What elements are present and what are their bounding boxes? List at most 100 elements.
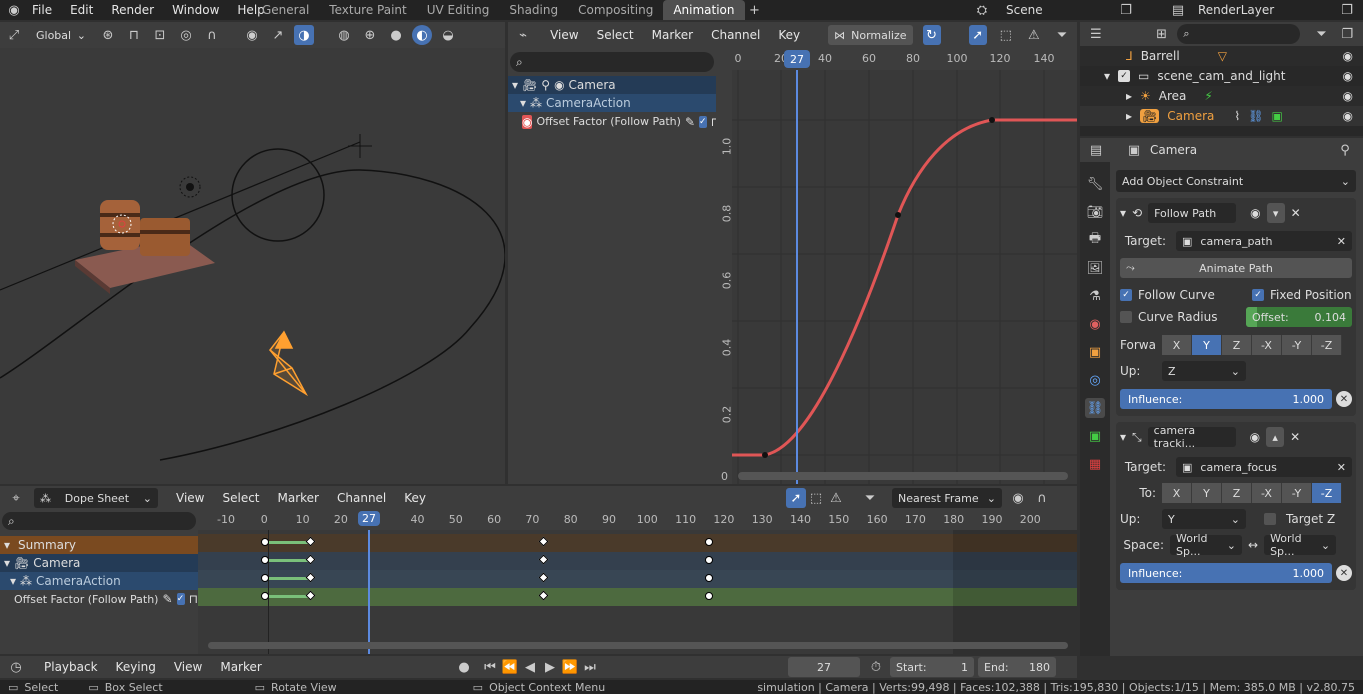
stopwatch-icon[interactable]: ⏱ xyxy=(866,657,886,677)
gizmo-icon[interactable]: ↗ xyxy=(268,25,288,45)
ds-menu-select[interactable]: Select xyxy=(222,491,259,505)
clear-icon[interactable]: ✕ xyxy=(1337,461,1346,474)
ds-keyframe[interactable] xyxy=(261,538,269,546)
tab-animation[interactable]: Animation xyxy=(663,0,745,20)
camera-object[interactable] xyxy=(268,330,309,397)
copy-layer-icon[interactable]: ❐ xyxy=(1337,0,1357,20)
proportional-icon[interactable]: ◉ xyxy=(1008,488,1028,508)
track-name[interactable]: camera tracki... xyxy=(1147,424,1236,450)
outliner-item-camera[interactable]: ▸ 🎥︎ Camera ⌇ ⛓ ▣ ◉ xyxy=(1080,106,1363,126)
menu-file[interactable]: File xyxy=(32,3,52,17)
target-space-dropdown[interactable]: World Sp... ⌄ xyxy=(1264,532,1337,558)
fcurve-offset[interactable] xyxy=(716,118,1077,457)
editor-type-icon[interactable]: ◷ xyxy=(6,657,26,677)
disable-keep-transform-icon[interactable]: ✕ xyxy=(1336,391,1352,407)
renderlayer-selector[interactable]: ▤ RenderLayer ❐ xyxy=(1168,0,1363,20)
dopesheet-search[interactable]: ⌕ xyxy=(2,512,196,530)
new-collection-icon[interactable]: ❐ xyxy=(1337,24,1357,44)
current-frame-indicator[interactable]: 27 xyxy=(784,50,810,68)
tl-menu-keying[interactable]: Keying xyxy=(116,660,156,674)
visibility-eye-icon[interactable]: ◉ xyxy=(1250,206,1260,220)
add-constraint-dropdown[interactable]: Add Object Constraint ⌄ xyxy=(1116,170,1356,192)
graph-menu-marker[interactable]: Marker xyxy=(652,28,693,42)
auto-normalize-icon[interactable]: ↻ xyxy=(922,25,941,45)
curve-radius-checkbox[interactable] xyxy=(1120,311,1132,323)
output-tab-icon[interactable]: 🖶︎ xyxy=(1085,230,1105,250)
expand-arrow-icon[interactable]: ▸ xyxy=(1126,109,1132,123)
outliner-item-area[interactable]: ▸ ☀ Area ⚡ ◉ xyxy=(1080,86,1363,106)
track-up-dropdown[interactable]: Y ⌄ xyxy=(1162,509,1246,529)
pin-icon[interactable]: ⚲ xyxy=(541,78,550,92)
orientation-dropdown[interactable]: Global ⌄ xyxy=(30,25,92,45)
move-down-button[interactable]: ▾ xyxy=(1266,203,1285,223)
warning-icon[interactable]: ⚠ xyxy=(826,488,846,508)
proportional-icon[interactable]: ◎ xyxy=(176,25,196,45)
properties-editor-icon[interactable]: ▤ xyxy=(1086,140,1106,160)
tool-tab-icon[interactable]: 🔧︎ xyxy=(1085,174,1105,194)
ds-hscroll[interactable] xyxy=(208,642,1068,649)
snap-icon[interactable]: ⊓ xyxy=(124,25,144,45)
forward-z[interactable]: Z xyxy=(1222,335,1252,355)
box-select-icon[interactable]: ⬚ xyxy=(806,488,826,508)
falloff-icon[interactable]: ∩ xyxy=(1032,488,1052,508)
expand-arrow-icon[interactable]: ▾ xyxy=(520,96,526,110)
prev-keyframe-icon[interactable]: ⏪ xyxy=(500,657,520,677)
start-frame-field[interactable]: Start: 1 xyxy=(890,657,974,677)
xray-icon[interactable]: ◍ xyxy=(334,25,354,45)
only-selected-icon[interactable]: ➚ xyxy=(786,488,806,508)
blender-logo-icon[interactable]: ◉ xyxy=(4,0,24,20)
tab-compositing[interactable]: Compositing xyxy=(568,0,663,20)
ds-channel-fcurve[interactable]: Offset Factor (Follow Path) ✎ ✓ ⊓ xyxy=(0,590,198,608)
graph-ruler[interactable]: 0 20 40 60 80 100 120 140 27 xyxy=(716,48,1077,70)
expand-arrow-icon[interactable]: ▸ xyxy=(1126,89,1132,103)
dope-sheet[interactable]: ⌖ ⁂ Dope Sheet ⌄ View Select Marker Channe… xyxy=(0,486,1077,654)
ds-channel-summary[interactable]: ▾ Summary xyxy=(0,536,198,554)
graph-search[interactable]: ⌕ xyxy=(510,52,714,72)
transform-orientation-icon[interactable]: ⤢ xyxy=(4,25,24,45)
graph-menu-view[interactable]: View xyxy=(550,28,578,42)
follow-curve-checkbox[interactable]: ✓ xyxy=(1120,289,1132,301)
rendered-shading-icon[interactable]: ◒ xyxy=(438,25,458,45)
filter-icon[interactable]: ⏷ xyxy=(1053,25,1071,45)
visibility-eye-icon[interactable]: ◉ xyxy=(1250,430,1260,444)
world-tab-icon[interactable]: ◉ xyxy=(1085,314,1105,334)
display-mode-icon[interactable]: ⊞ xyxy=(1152,24,1172,44)
viewport-scene[interactable] xyxy=(0,48,505,484)
graph-hscroll[interactable] xyxy=(738,472,1068,480)
viewport-3d[interactable]: ⤢ Global ⌄ ⊛ ⊓ ⊡ ◎ ∩ ◉ ↗ ◑ ◍ ⊕ ● ◐ ◒ xyxy=(0,22,505,484)
copy-scene-icon[interactable]: ❐ xyxy=(1116,0,1136,20)
physics-tab-icon[interactable]: ◎ xyxy=(1085,370,1105,390)
collapse-arrow-icon[interactable]: ▾ xyxy=(1120,206,1126,220)
tab-general[interactable]: General xyxy=(252,0,319,20)
close-icon[interactable]: ✕ xyxy=(1291,206,1301,220)
outliner[interactable]: ☰ ⊞ ⌕ ⏷ ❐ ⅃ Barrell ▽ ◉ ▾ ✓ ▭ scene_cam_… xyxy=(1080,22,1363,136)
channel-fcurve[interactable]: ◉ Offset Factor (Follow Path) ✎ ✓ ⊓ xyxy=(508,112,720,131)
follow-path-name[interactable]: Follow Path xyxy=(1148,203,1237,223)
visibility-eye-icon[interactable]: ◉ xyxy=(1343,49,1353,63)
outliner-item-barrell[interactable]: ⅃ Barrell ▽ ◉ xyxy=(1080,46,1363,66)
ds-keyframe[interactable] xyxy=(705,538,713,546)
editor-type-icon[interactable]: ⌁ xyxy=(514,25,532,45)
graph-editor[interactable]: ⌁ View Select Marker Channel Key ⋈ Norma… xyxy=(508,22,1077,484)
ds-keyframe[interactable] xyxy=(261,592,269,600)
solid-shading-icon[interactable]: ● xyxy=(386,25,406,45)
filter-icon[interactable]: ⏷ xyxy=(860,488,880,508)
tl-menu-view[interactable]: View xyxy=(174,660,202,674)
ds-menu-channel[interactable]: Channel xyxy=(337,491,386,505)
clear-icon[interactable]: ✕ xyxy=(1337,235,1346,248)
jump-end-icon[interactable]: ⏭ xyxy=(580,657,600,677)
view-layer-tab-icon[interactable]: 🖼︎ xyxy=(1085,258,1105,278)
to-y[interactable]: Y xyxy=(1192,483,1222,503)
play-reverse-icon[interactable]: ◀ xyxy=(520,657,540,677)
ds-keyframe[interactable] xyxy=(261,556,269,564)
tab-texture-paint[interactable]: Texture Paint xyxy=(319,0,416,20)
graph-menu-key[interactable]: Key xyxy=(778,28,800,42)
end-frame-field[interactable]: End: 180 xyxy=(978,657,1056,677)
filter-icon[interactable]: ⏷ xyxy=(1312,24,1332,44)
graph-menu-channel[interactable]: Channel xyxy=(711,28,760,42)
keyframe-point[interactable] xyxy=(989,117,995,123)
modifier-icon[interactable]: ✎ xyxy=(162,592,172,606)
dopesheet-mode-dropdown[interactable]: ⁂ Dope Sheet ⌄ xyxy=(34,488,158,508)
forward-x[interactable]: X xyxy=(1162,335,1192,355)
tab-shading[interactable]: Shading xyxy=(499,0,568,20)
